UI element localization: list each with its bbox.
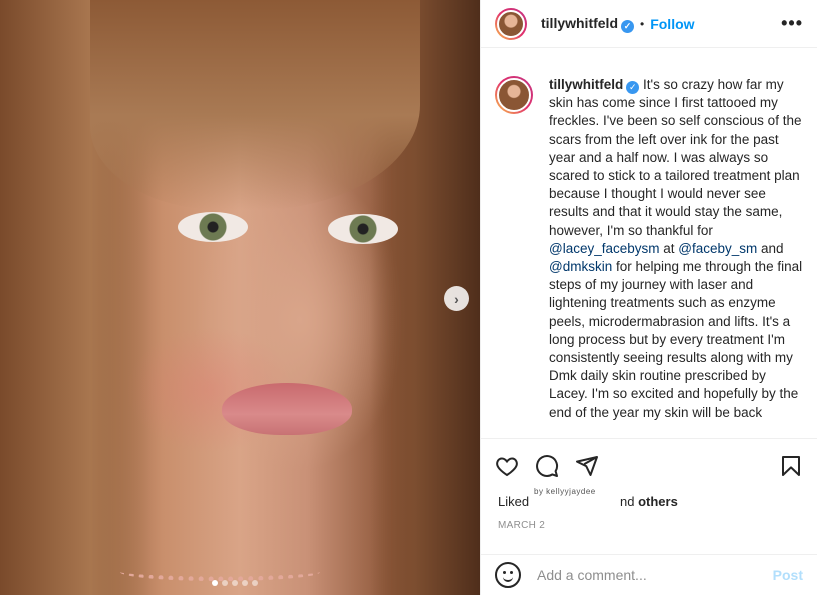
- carousel-dot: [212, 580, 218, 586]
- comment-icon[interactable]: [535, 454, 559, 478]
- caption-segment: for helping me through the final steps o…: [549, 259, 803, 420]
- share-icon[interactable]: [575, 454, 599, 478]
- follow-button[interactable]: Follow: [650, 16, 694, 32]
- verified-badge-icon: ✓: [621, 19, 634, 33]
- comment-input[interactable]: [537, 567, 773, 583]
- caption-username[interactable]: tillywhitfeld: [549, 77, 623, 92]
- caption-segment: It's so crazy how far my skin has come s…: [549, 77, 802, 238]
- caption-segment: at: [659, 240, 679, 256]
- post-date[interactable]: MARCH 2: [498, 520, 545, 531]
- caption-area[interactable]: tillywhitfeld ✓ It's so crazy how far my …: [481, 48, 817, 438]
- action-bar: [481, 438, 817, 492]
- carousel-dot: [222, 580, 228, 586]
- caption-mention-link[interactable]: @dmkskin: [549, 259, 612, 274]
- photo-eye-left: [178, 212, 248, 242]
- caption-segment: and: [757, 240, 784, 256]
- separator-dot: •: [640, 16, 645, 31]
- liked-others-link[interactable]: others: [638, 494, 678, 509]
- caption-mention-link[interactable]: @faceby_sm: [678, 241, 757, 256]
- chevron-right-icon: ›: [454, 290, 459, 307]
- photo-lips: [222, 383, 352, 435]
- carousel-dot: [252, 580, 258, 586]
- emoji-icon[interactable]: [495, 562, 521, 588]
- comment-bar: Post: [481, 554, 817, 595]
- carousel-dot: [232, 580, 238, 586]
- post-photo[interactable]: ›: [0, 0, 480, 595]
- username-link[interactable]: tillywhitfeld ✓: [541, 15, 634, 33]
- photo-fringe: [90, 0, 420, 210]
- post-button[interactable]: Post: [773, 567, 803, 583]
- carousel-next-button[interactable]: ›: [444, 286, 469, 311]
- caption-avatar[interactable]: [495, 76, 533, 114]
- verified-badge-icon: ✓: [626, 81, 640, 94]
- post-side-panel: tillywhitfeld ✓ • Follow ••• tillywhitfel…: [480, 0, 817, 595]
- post-header: tillywhitfeld ✓ • Follow •••: [481, 0, 817, 48]
- carousel-indicator: [212, 580, 258, 586]
- avatar[interactable]: [495, 7, 527, 40]
- bookmark-icon[interactable]: [779, 454, 803, 478]
- photo-necklace: [120, 563, 320, 581]
- username-text: tillywhitfeld: [541, 14, 618, 31]
- liked-suffix: nd: [620, 494, 639, 509]
- carousel-dot: [242, 580, 248, 586]
- more-horizontal-icon[interactable]: •••: [781, 13, 803, 34]
- heart-icon[interactable]: [495, 454, 519, 478]
- caption-mention-link[interactable]: @lacey_facebysm: [549, 241, 660, 256]
- photo-eye-right: [328, 214, 398, 244]
- liked-prefix: Liked: [498, 494, 530, 509]
- caption-text: tillywhitfeld ✓ It's so crazy how far my …: [549, 76, 803, 422]
- likes-summary: Liked by kellyyjaydee nd others: [498, 487, 678, 509]
- liked-by-link[interactable]: by kellyyjaydee: [534, 487, 596, 496]
